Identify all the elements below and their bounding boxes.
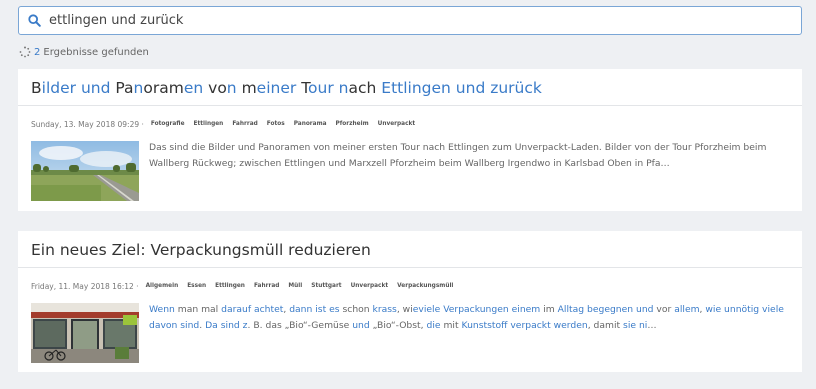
search-box[interactable] xyxy=(18,6,802,35)
tag-link[interactable]: Fotos xyxy=(267,121,285,127)
road-landscape-image[interactable] xyxy=(31,141,139,201)
highlighted-text: Verpackungen xyxy=(443,304,509,315)
highlighted-text: es xyxy=(329,304,340,315)
tag-link[interactable]: Essen xyxy=(187,283,206,289)
tag-link[interactable]: Stuttgart xyxy=(311,283,341,289)
results-count: 2 xyxy=(34,46,41,58)
result-card: Bilder und Panoramen von meiner Tour nac… xyxy=(18,69,802,211)
tag-link[interactable]: Pforzheim xyxy=(336,121,369,127)
highlighted-text: Alltag xyxy=(557,304,585,315)
text-segment: … xyxy=(647,319,657,331)
highlighted-text: n xyxy=(133,79,144,97)
text-segment: Pa xyxy=(115,79,134,97)
text-segment: ach xyxy=(348,79,377,97)
highlighted-text: krass xyxy=(372,304,397,315)
highlighted-text: allem xyxy=(674,304,700,315)
highlighted-text: en xyxy=(183,79,204,97)
highlighted-text: die xyxy=(426,319,441,331)
highlighted-text: und xyxy=(636,304,654,315)
highlighted-text: n xyxy=(338,79,349,97)
results-summary: 2 Ergebnisse gefunden xyxy=(19,45,149,59)
tag-link[interactable]: Fahrrad xyxy=(254,283,279,289)
tag-link[interactable]: Unverpackt xyxy=(351,283,389,289)
tag-link[interactable]: Ettlingen xyxy=(194,121,224,127)
highlighted-text: darauf xyxy=(221,304,252,315)
divider xyxy=(18,267,802,268)
tag-link[interactable]: Müll xyxy=(288,283,302,289)
spinner-icon xyxy=(19,46,31,58)
divider xyxy=(18,105,802,106)
highlighted-text: davon xyxy=(149,319,178,331)
text-segment: mit xyxy=(440,319,462,331)
text-segment: T xyxy=(301,79,309,97)
highlighted-text: werden xyxy=(553,319,588,331)
tag-link[interactable]: Fotografie xyxy=(151,121,185,127)
tag-link[interactable]: Allgemein xyxy=(146,283,179,289)
text-segment: oram xyxy=(143,79,184,97)
text-segment: Das sind die Bilder und Panoramen von me… xyxy=(149,142,767,169)
text-segment: „Bio“-Obst, xyxy=(369,319,427,331)
highlighted-text: eviele xyxy=(412,304,441,315)
text-segment: . B. das „Bio“-Gemüse xyxy=(247,319,353,331)
highlighted-text: sind xyxy=(220,319,240,331)
search-icon xyxy=(19,14,49,27)
text-segment: man mal xyxy=(174,304,222,315)
text-segment: , damit xyxy=(587,319,624,331)
search-input[interactable] xyxy=(49,8,789,33)
result-date: Friday, 11. May 2018 16:12 · xyxy=(31,281,139,291)
tag-link[interactable]: Verpackungsmüll xyxy=(397,283,453,289)
highlighted-text: Kunststoff xyxy=(461,319,508,331)
highlighted-text: n xyxy=(226,79,237,97)
text-segment: m xyxy=(241,79,257,97)
tag-link[interactable]: Fahrrad xyxy=(232,121,257,127)
highlighted-text: Ettlingen und zurück xyxy=(381,79,542,97)
text-segment: B xyxy=(31,79,42,97)
result-excerpt: Wenn man mal darauf achtet, dann ist es … xyxy=(149,302,789,333)
result-meta: Friday, 11. May 2018 16:12 · Allgemein E… xyxy=(31,279,462,293)
result-meta: Sunday, 13. May 2018 09:29 · Fotografie … xyxy=(31,117,424,131)
tag-link[interactable]: Unverpackt xyxy=(378,121,416,127)
highlighted-text: sie xyxy=(623,319,637,331)
highlighted-text: ist xyxy=(315,304,327,315)
highlighted-text: und xyxy=(352,319,370,331)
result-card: Ein neues Ziel: Verpackungsmüll reduzier… xyxy=(18,231,802,372)
highlighted-text: Wenn xyxy=(149,304,175,315)
highlighted-text: dann xyxy=(289,304,313,315)
highlighted-text: sind xyxy=(180,319,200,331)
highlighted-text: achtet xyxy=(254,304,284,315)
shop-front-image[interactable] xyxy=(31,303,139,363)
text-segment: Ein neues Ziel: Verpackungsmüll reduzier… xyxy=(31,241,371,259)
highlighted-text: ilder xyxy=(41,79,77,97)
result-date: Sunday, 13. May 2018 09:29 · xyxy=(31,119,144,129)
highlighted-text: our xyxy=(308,79,334,97)
highlighted-text: unnötig xyxy=(724,304,760,315)
highlighted-text: begegnen xyxy=(587,304,634,315)
tag-link[interactable]: Panorama xyxy=(294,121,327,127)
highlighted-text: und xyxy=(80,79,111,97)
text-segment: im xyxy=(540,304,558,315)
tag-link[interactable]: Ettlingen xyxy=(215,283,245,289)
result-title[interactable]: Bilder und Panoramen von meiner Tour nac… xyxy=(31,79,542,97)
results-label: Ergebnisse gefunden xyxy=(43,46,149,58)
text-segment: , wi xyxy=(396,304,413,315)
highlighted-text: viele xyxy=(762,304,784,315)
highlighted-text: einer xyxy=(256,79,297,97)
highlighted-text: wie xyxy=(705,304,722,315)
highlighted-text: Da xyxy=(205,319,218,331)
highlighted-text: einem xyxy=(511,304,541,315)
text-segment: vor xyxy=(653,304,675,315)
highlighted-text: verpackt xyxy=(510,319,551,331)
text-segment: vo xyxy=(208,79,227,97)
result-title[interactable]: Ein neues Ziel: Verpackungsmüll reduzier… xyxy=(31,241,371,259)
result-excerpt: Das sind die Bilder und Panoramen von me… xyxy=(149,140,789,171)
text-segment: schon xyxy=(339,304,373,315)
